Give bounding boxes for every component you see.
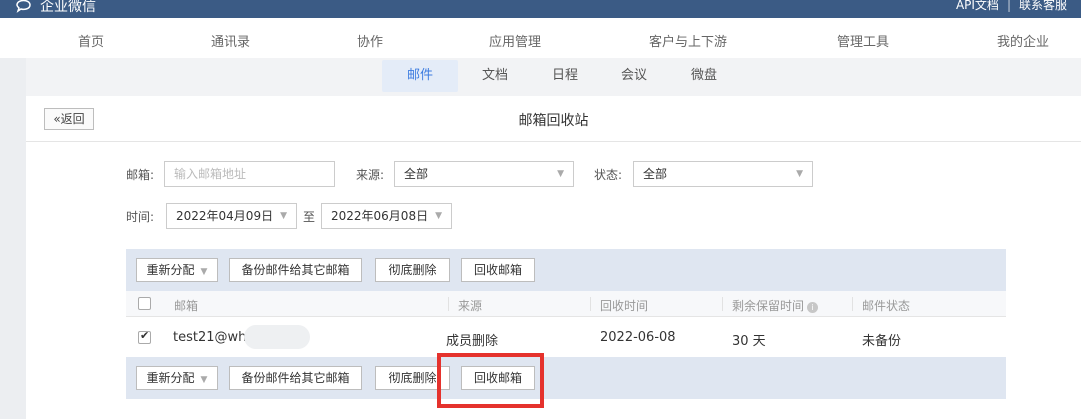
chevron-down-icon: ▼ xyxy=(557,169,564,179)
col-source: 来源 xyxy=(458,299,483,313)
to-label: 至 xyxy=(303,210,316,224)
nav-my-enterprise[interactable]: 我的企业 xyxy=(997,31,1049,50)
row-mailbox: test21@wh xyxy=(173,330,247,345)
title-bar: «返回 邮箱回收站 xyxy=(26,96,1081,142)
row-source: 成员删除 xyxy=(446,334,499,349)
subnav-meeting[interactable]: 会议 xyxy=(621,60,647,92)
source-label: 来源: xyxy=(356,168,385,182)
subnav-calendar[interactable]: 日程 xyxy=(552,60,578,92)
subnav-drive[interactable]: 微盘 xyxy=(691,60,717,92)
source-value: 全部 xyxy=(404,167,429,181)
start-date-picker[interactable]: 2022年04月09日 ▼ xyxy=(166,203,297,229)
nav-management-tools[interactable]: 管理工具 xyxy=(837,31,889,50)
sub-nav: 邮件 文档 日程 会议 微盘 xyxy=(26,58,1081,96)
row-recycle-time: 2022-06-08 xyxy=(600,330,676,345)
status-value: 全部 xyxy=(643,167,668,181)
api-docs-link[interactable]: API文档 xyxy=(956,0,999,13)
divider xyxy=(722,297,723,311)
chevron-down-icon: ▼ xyxy=(796,169,803,179)
highlight-box xyxy=(437,353,544,408)
subnav-docs[interactable]: 文档 xyxy=(482,60,508,92)
app-logo[interactable]: 企业微信 xyxy=(14,0,96,17)
reassign-button[interactable]: 重新分配 ▼ xyxy=(136,366,218,390)
chevron-down-icon: ▼ xyxy=(435,211,442,221)
row-retention: 30 天 xyxy=(732,334,766,349)
left-strip xyxy=(0,58,26,419)
select-all-checkbox[interactable] xyxy=(138,297,151,310)
col-mail-status: 邮件状态 xyxy=(862,299,911,313)
info-icon[interactable]: i xyxy=(807,302,819,313)
mailbox-placeholder: 输入邮箱地址 xyxy=(174,167,247,181)
chevron-down-icon: ▼ xyxy=(200,267,208,277)
bottom-toolbar: 重新分配 ▼ 备份邮件给其它邮箱 彻底删除 回收邮箱 xyxy=(126,357,1006,399)
app-name: 企业微信 xyxy=(40,0,96,15)
chevron-down-icon: ▼ xyxy=(280,211,287,221)
divider xyxy=(590,297,591,311)
redacted-area xyxy=(244,325,310,349)
reassign-label: 重新分配 xyxy=(146,371,195,385)
mailbox-search-input[interactable]: 输入邮箱地址 xyxy=(164,161,335,187)
reassign-label: 重新分配 xyxy=(146,263,195,277)
start-date-value: 2022年04月09日 xyxy=(176,209,274,223)
divider xyxy=(852,297,853,311)
source-select[interactable]: 全部 ▼ xyxy=(394,161,574,187)
row-mail-status: 未备份 xyxy=(862,334,902,349)
col-retention: 剩余保留时间 i xyxy=(732,297,819,314)
contact-support-link[interactable]: 联系客服 xyxy=(1019,0,1067,13)
backup-button[interactable]: 备份邮件给其它邮箱 xyxy=(229,366,362,390)
chevron-down-icon: ▼ xyxy=(200,375,208,385)
status-select[interactable]: 全部 ▼ xyxy=(633,161,813,187)
top-bar: 企业微信 API文档 | 联系客服 xyxy=(0,0,1081,18)
nav-home[interactable]: 首页 xyxy=(78,31,104,50)
nav-customers[interactable]: 客户与上下游 xyxy=(649,31,727,50)
end-date-picker[interactable]: 2022年06月08日 ▼ xyxy=(321,203,452,229)
col-recycle-time: 回收时间 xyxy=(600,299,649,313)
col-retention-label: 剩余保留时间 xyxy=(732,299,805,313)
backup-button[interactable]: 备份邮件给其它邮箱 xyxy=(229,258,362,282)
row-checkbox[interactable] xyxy=(138,329,151,344)
mailbox-label: 邮箱: xyxy=(126,168,155,182)
table-row[interactable]: test21@wh 成员删除 2022-06-08 30 天 未备份 xyxy=(126,317,1006,357)
top-toolbar: 重新分配 ▼ 备份邮件给其它邮箱 彻底删除 回收邮箱 xyxy=(126,249,1006,291)
table-header: 邮箱 来源 回收时间 剩余保留时间 i 邮件状态 xyxy=(126,291,1006,317)
recover-mailbox-button[interactable]: 回收邮箱 xyxy=(461,258,535,282)
main-content: «返回 邮箱回收站 邮箱: 输入邮箱地址 来源: 全部 ▼ 状态: 全部 ▼ 时… xyxy=(26,96,1081,419)
page-title: 邮箱回收站 xyxy=(518,113,589,129)
status-label: 状态: xyxy=(594,168,623,182)
divider: | xyxy=(1006,0,1011,12)
nav-contacts[interactable]: 通讯录 xyxy=(211,31,250,50)
main-nav: 首页 通讯录 协作 应用管理 客户与上下游 管理工具 我的企业 xyxy=(0,18,1081,58)
delete-permanently-button[interactable]: 彻底删除 xyxy=(375,258,450,282)
nav-collaboration[interactable]: 协作 xyxy=(357,31,383,50)
time-label: 时间: xyxy=(126,210,155,224)
end-date-value: 2022年06月08日 xyxy=(331,209,429,223)
subnav-mail[interactable]: 邮件 xyxy=(382,60,458,92)
divider xyxy=(448,297,449,311)
nav-app-management[interactable]: 应用管理 xyxy=(489,31,541,50)
col-mailbox: 邮箱 xyxy=(174,299,199,313)
wecom-logo-icon xyxy=(14,0,36,17)
reassign-button[interactable]: 重新分配 ▼ xyxy=(136,258,218,282)
